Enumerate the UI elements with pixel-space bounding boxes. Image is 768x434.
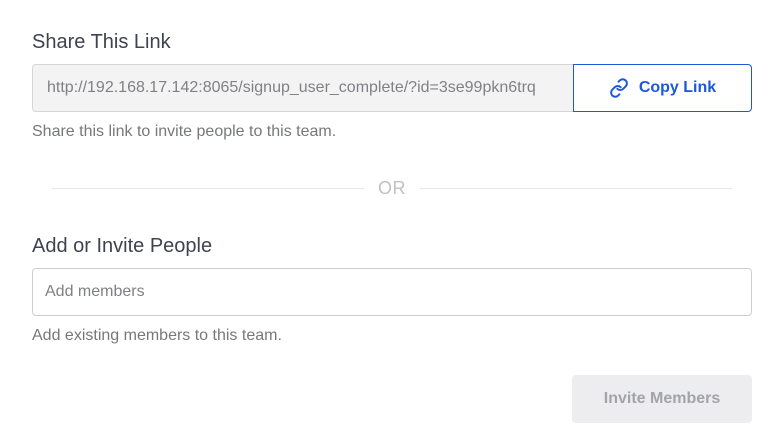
divider-line-left (52, 187, 364, 189)
add-members-help-text: Add existing members to this team. (32, 327, 282, 344)
copy-link-label: Copy Link (638, 79, 717, 96)
invite-people-title: Add or Invite People (32, 235, 213, 257)
share-link-help-text: Share this link to invite people to this… (32, 123, 337, 140)
add-members-input[interactable] (32, 268, 752, 316)
divider-line-right (420, 187, 732, 189)
copy-link-button[interactable]: Copy Link (573, 64, 752, 112)
or-label: OR (378, 177, 406, 198)
link-icon (609, 78, 629, 98)
or-divider: OR (52, 176, 732, 200)
invite-modal-body: Share This Link Copy Link Share this lin… (0, 0, 768, 434)
share-link-input[interactable] (32, 64, 573, 112)
share-link-row: Copy Link (32, 64, 752, 112)
share-link-title: Share This Link (32, 31, 171, 53)
invite-members-button[interactable]: Invite Members (572, 375, 752, 423)
